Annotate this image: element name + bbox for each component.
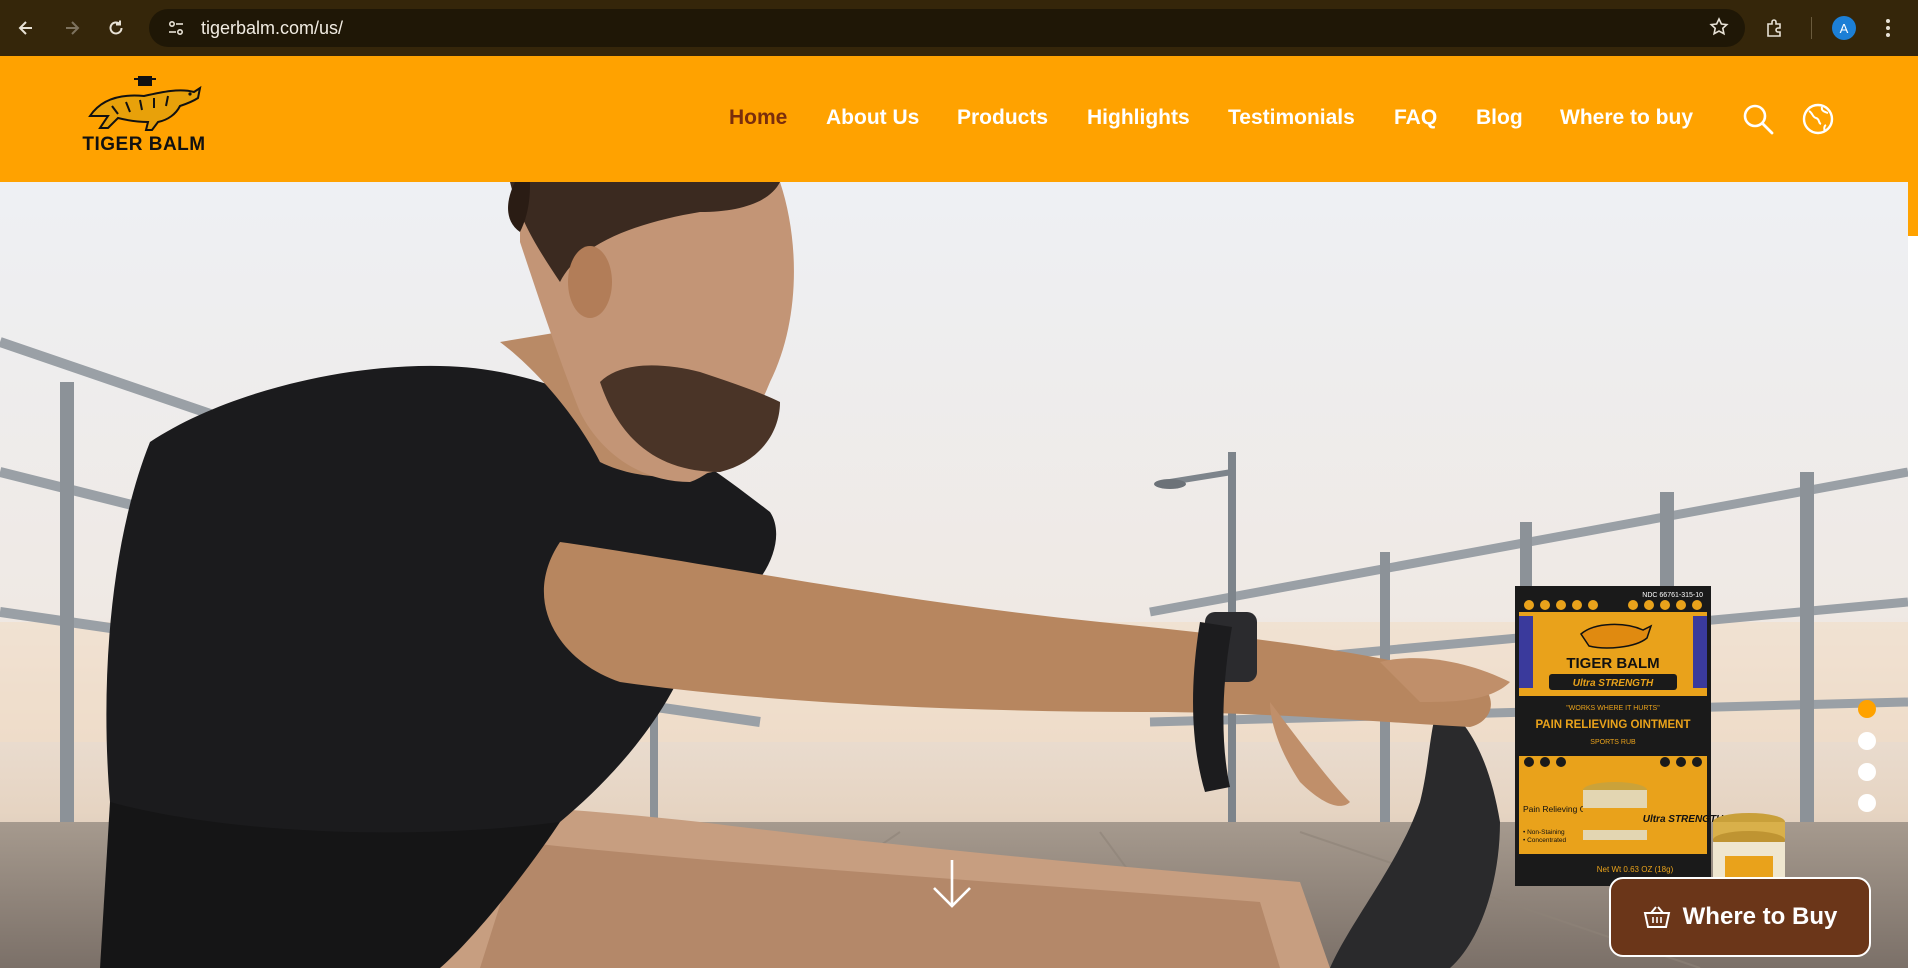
product-package-image: NDC 66761-315-10 TIGER BALM Ultra STRENG… xyxy=(1515,586,1785,886)
avatar: A xyxy=(1832,16,1856,40)
main-navigation: Home About Us Products Highlights Testim… xyxy=(0,56,1918,182)
forward-icon xyxy=(66,21,80,35)
nav-home[interactable]: Home xyxy=(729,106,787,130)
extensions-icon[interactable] xyxy=(1753,6,1797,50)
pack-side-brand: Ultra STRENGTH xyxy=(1643,814,1724,825)
browser-toolbar: tigerbalm.com/us/ A xyxy=(0,0,1918,56)
browser-right-tools: A xyxy=(1753,0,1918,56)
pack-ndc: NDC 66761-315-10 xyxy=(1642,592,1703,599)
forward-button[interactable] xyxy=(54,10,90,46)
search-icon[interactable] xyxy=(1740,101,1776,137)
back-button[interactable] xyxy=(8,10,44,46)
site-info-icon[interactable] xyxy=(163,15,189,41)
pack-net-wt: Net Wt 0.63 OZ (18g) xyxy=(1597,865,1674,874)
pack-tagline: "WORKS WHERE IT HURTS" xyxy=(1566,705,1660,712)
nav-faq[interactable]: FAQ xyxy=(1394,106,1437,130)
nav-products[interactable]: Products xyxy=(957,106,1048,130)
arrow-down-icon[interactable] xyxy=(928,858,976,910)
slide-dot-2[interactable] xyxy=(1858,732,1876,750)
url-text[interactable]: tigerbalm.com/us/ xyxy=(201,18,343,39)
back-icon xyxy=(18,21,32,35)
address-bar[interactable]: tigerbalm.com/us/ xyxy=(149,9,1745,47)
pack-product-name: PAIN RELIEVING OINTMENT xyxy=(1535,719,1690,731)
globe-icon[interactable] xyxy=(1800,101,1836,137)
nav-where-to-buy[interactable]: Where to buy xyxy=(1560,106,1693,130)
nav-about-us[interactable]: About Us xyxy=(826,106,919,130)
reload-icon xyxy=(109,20,123,35)
reload-button[interactable] xyxy=(98,10,134,46)
pack-brand: TIGER BALM xyxy=(1566,655,1659,672)
where-to-buy-label: Where to Buy xyxy=(1682,903,1838,930)
pack-bullet-2: • Concentrated xyxy=(1523,837,1566,844)
hero-slider: NDC 66761-315-10 TIGER BALM Ultra STRENG… xyxy=(0,182,1908,968)
menu-icon[interactable] xyxy=(1866,6,1910,50)
star-icon[interactable] xyxy=(1709,17,1729,42)
profile-button[interactable]: A xyxy=(1822,6,1866,50)
slide-dot-3[interactable] xyxy=(1858,763,1876,781)
site-header: TIGER BALM Home About Us Products Highli… xyxy=(0,56,1918,182)
scrollbar-thumb[interactable] xyxy=(1908,182,1918,236)
toolbar-divider xyxy=(1811,17,1812,39)
slide-dot-4[interactable] xyxy=(1858,794,1876,812)
nav-testimonials[interactable]: Testimonials xyxy=(1228,106,1355,130)
where-to-buy-button[interactable]: Where to Buy xyxy=(1609,877,1871,957)
nav-highlights[interactable]: Highlights xyxy=(1087,106,1190,130)
page-scrollbar[interactable] xyxy=(1908,182,1918,968)
slide-pagination xyxy=(1856,700,1876,820)
pack-variant: Ultra STRENGTH xyxy=(1573,678,1654,689)
pack-sub: SPORTS RUB xyxy=(1590,739,1636,746)
basket-icon xyxy=(1643,906,1670,928)
slide-dot-1[interactable] xyxy=(1858,700,1876,718)
pack-bullet-1: • Non-Staining xyxy=(1523,829,1565,836)
nav-blog[interactable]: Blog xyxy=(1476,106,1523,130)
